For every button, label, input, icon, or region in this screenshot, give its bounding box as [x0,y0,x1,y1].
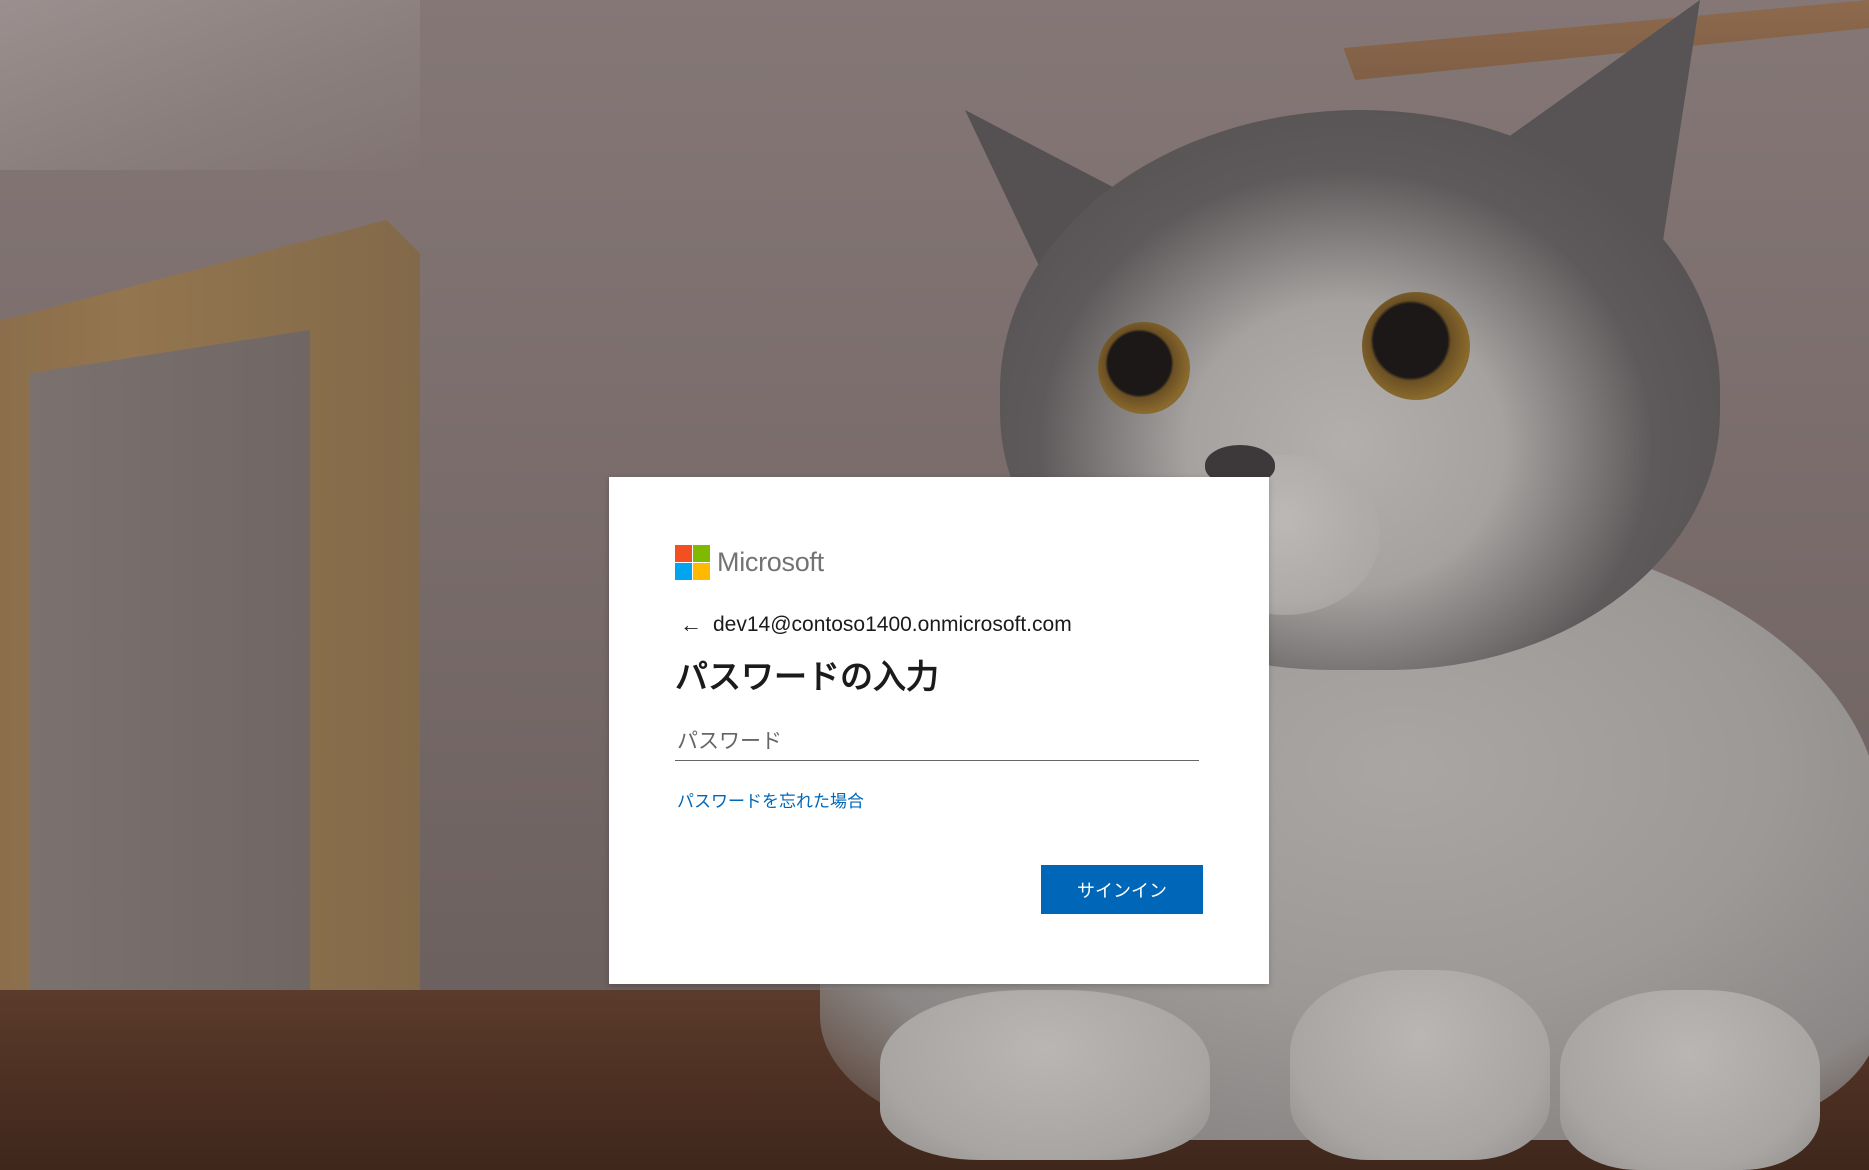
identity-email: dev14@contoso1400.onmicrosoft.com [713,613,1072,636]
cat-paw-right [1560,990,1820,1170]
page-title: パスワードの入力 [675,657,939,696]
logo-square-blue [675,562,692,580]
microsoft-logo: Microsoft [675,543,1203,581]
password-field-wrapper [675,721,1199,761]
logo-square-green [693,544,710,562]
logo-square-yellow [693,562,710,580]
identity-banner: ← dev14@contoso1400.onmicrosoft.com [675,611,1203,639]
background-door-panel [30,330,310,1050]
cat-eye-right [1362,292,1470,400]
microsoft-logo-text: Microsoft [717,546,824,577]
cat-eye-left [1098,322,1190,414]
microsoft-logo-icon [675,544,710,580]
signin-button[interactable]: サインイン [1041,865,1203,914]
background-ceiling [0,0,420,170]
cat-paw-middle [1290,970,1550,1160]
arrow-left-icon[interactable]: ← [677,611,705,639]
signin-card: Microsoft ← dev14@contoso1400.onmicrosof… [609,477,1269,984]
logo-square-red [675,544,692,562]
forgot-password-link[interactable]: パスワードを忘れた場合 [677,787,864,812]
actions-row: サインイン [609,865,1269,915]
cat-paw-left [880,990,1210,1160]
password-input[interactable] [675,721,1199,761]
